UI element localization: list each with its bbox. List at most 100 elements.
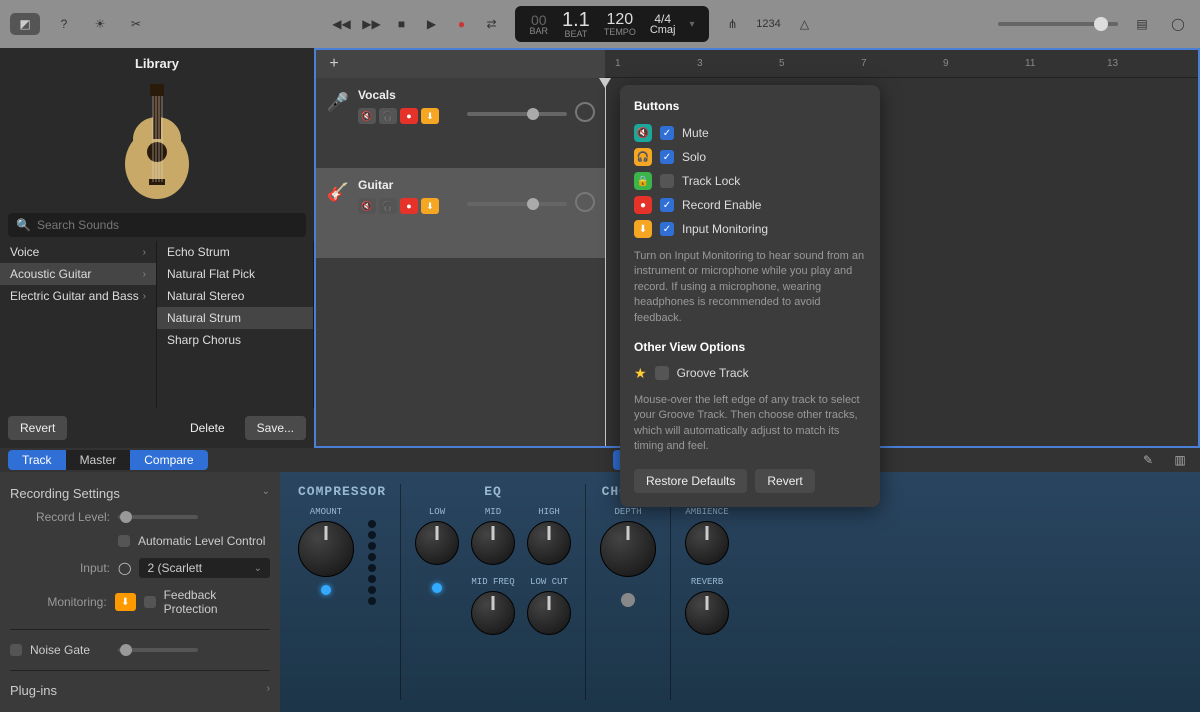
eq-midfreq-knob[interactable] bbox=[471, 591, 515, 635]
compressor-led[interactable] bbox=[321, 585, 331, 595]
stop-icon[interactable]: ■ bbox=[389, 12, 413, 36]
record-enable-button[interactable]: ● bbox=[400, 198, 418, 214]
track-volume-slider[interactable] bbox=[467, 112, 567, 116]
chevron-right-icon[interactable]: › bbox=[267, 683, 270, 698]
library-save-button[interactable]: Save... bbox=[245, 416, 306, 440]
mute-button[interactable]: 🔇 bbox=[358, 108, 376, 124]
library-revert-button[interactable]: Revert bbox=[8, 416, 67, 440]
lcd-key: Cmaj bbox=[650, 25, 676, 36]
lcd-beat: 1.1 bbox=[562, 10, 590, 30]
input-dropdown[interactable]: 2 (Scarlett⌄ bbox=[139, 558, 270, 578]
loops-icon[interactable]: ◯ bbox=[1166, 12, 1190, 36]
rewind-icon[interactable]: ◀◀ bbox=[329, 12, 353, 36]
chorus-depth-knob[interactable] bbox=[600, 521, 656, 577]
eq-led[interactable] bbox=[432, 583, 442, 593]
library-preset-item[interactable]: Natural Flat Pick bbox=[157, 263, 313, 285]
solo-checkbox[interactable]: ✓ bbox=[660, 150, 674, 164]
library-title: Library bbox=[0, 48, 314, 79]
popover-revert-button[interactable]: Revert bbox=[755, 469, 814, 493]
track-pan-knob[interactable] bbox=[575, 102, 595, 122]
library-toggle-icon[interactable]: ◩ bbox=[10, 13, 40, 35]
view-tab[interactable]: Compare bbox=[130, 450, 207, 470]
notepad-icon[interactable]: ▤ bbox=[1130, 12, 1154, 36]
edit-icon[interactable]: ✎ bbox=[1136, 448, 1160, 472]
input-monitor-button[interactable]: ⬇ bbox=[421, 108, 439, 124]
reverb-knob[interactable] bbox=[685, 591, 729, 635]
forward-icon[interactable]: ▶▶ bbox=[359, 12, 383, 36]
record-icon[interactable]: ● bbox=[449, 12, 473, 36]
eq-high-knob[interactable] bbox=[527, 521, 571, 565]
auto-level-checkbox[interactable] bbox=[118, 535, 130, 547]
mute-icon: 🔇 bbox=[634, 124, 652, 142]
monitor-icon: ⬇ bbox=[634, 220, 652, 238]
library-preset-item[interactable]: Natural Strum bbox=[157, 307, 313, 329]
lock-checkbox[interactable] bbox=[660, 174, 674, 188]
playhead[interactable] bbox=[605, 78, 606, 446]
eq-mid-knob[interactable] bbox=[471, 521, 515, 565]
auto-level-label: Automatic Level Control bbox=[138, 534, 265, 548]
track-pan-knob[interactable] bbox=[575, 192, 595, 212]
eq-lowcut-knob[interactable] bbox=[527, 591, 571, 635]
eq-low-knob[interactable] bbox=[415, 521, 459, 565]
input-monitor-button[interactable]: ⬇ bbox=[421, 198, 439, 214]
play-icon[interactable]: ▶ bbox=[419, 12, 443, 36]
eq-title: EQ bbox=[415, 484, 571, 499]
chevron-down-icon[interactable]: ⌄ bbox=[262, 486, 270, 501]
library-panel: Library 🔍Search Sounds Voice›Acoustic Gu… bbox=[0, 48, 314, 448]
track-row[interactable]: 🎤 Vocals 🔇 🎧 ● ⬇ bbox=[316, 78, 605, 168]
view-tab[interactable]: Track bbox=[8, 450, 66, 470]
mute-checkbox[interactable]: ✓ bbox=[660, 126, 674, 140]
ruler-mark: 7 bbox=[861, 58, 867, 69]
track-volume-slider[interactable] bbox=[467, 202, 567, 206]
plugins-header: Plug-ins bbox=[10, 683, 57, 698]
solo-button[interactable]: 🎧 bbox=[379, 198, 397, 214]
scissors-icon[interactable]: ✂ bbox=[124, 12, 148, 36]
ruler-mark: 11 bbox=[1025, 58, 1035, 69]
monitor-checkbox[interactable]: ✓ bbox=[660, 222, 674, 236]
solo-button[interactable]: 🎧 bbox=[379, 108, 397, 124]
groove-checkbox[interactable] bbox=[655, 366, 669, 380]
add-track-button[interactable]: + bbox=[324, 54, 344, 74]
library-delete-button[interactable]: Delete bbox=[178, 416, 237, 440]
library-category-item[interactable]: Electric Guitar and Bass› bbox=[0, 285, 156, 307]
settings-icon[interactable]: ☀ bbox=[88, 12, 112, 36]
rec-checkbox[interactable]: ✓ bbox=[660, 198, 674, 212]
search-icon: 🔍 bbox=[16, 218, 31, 232]
ambience-knob[interactable] bbox=[685, 521, 729, 565]
lcd-display[interactable]: 00BAR 1.1BEAT 120TEMPO 4/4Cmaj ▾ bbox=[515, 6, 708, 42]
view-tab[interactable]: Master bbox=[66, 450, 131, 470]
search-input[interactable]: 🔍Search Sounds bbox=[8, 213, 306, 237]
metronome-icon[interactable]: △ bbox=[793, 12, 817, 36]
smart-controls-panel: TrackMasterCompare ControlsEQ ✎ ▥ Record… bbox=[0, 448, 1200, 663]
noise-gate-checkbox[interactable] bbox=[10, 644, 22, 656]
popover-row-label: Record Enable bbox=[682, 198, 761, 212]
chorus-led[interactable] bbox=[621, 593, 635, 607]
timeline-ruler[interactable]: 135791113 bbox=[605, 50, 1198, 78]
rec-icon: ● bbox=[634, 196, 652, 214]
guitar-icon: 🎸 bbox=[326, 182, 350, 203]
library-preset-item[interactable]: Echo Strum bbox=[157, 241, 313, 263]
record-enable-button[interactable]: ● bbox=[400, 108, 418, 124]
compressor-amount-knob[interactable] bbox=[298, 521, 354, 577]
master-volume-slider[interactable] bbox=[998, 22, 1118, 26]
help-icon[interactable]: ? bbox=[52, 12, 76, 36]
track-row[interactable]: 🎸 Guitar 🔇 🎧 ● ⬇ bbox=[316, 168, 605, 258]
feedback-checkbox[interactable] bbox=[144, 596, 156, 608]
input-ring-icon[interactable]: ◯ bbox=[118, 561, 131, 575]
compressor-title: COMPRESSOR bbox=[298, 484, 386, 499]
restore-defaults-button[interactable]: Restore Defaults bbox=[634, 469, 747, 493]
library-category-item[interactable]: Voice› bbox=[0, 241, 156, 263]
library-category-item[interactable]: Acoustic Guitar› bbox=[0, 263, 156, 285]
library-preset-item[interactable]: Natural Stereo bbox=[157, 285, 313, 307]
library-preview-image bbox=[0, 79, 314, 209]
tuner-icon[interactable]: ⋔ bbox=[721, 12, 745, 36]
noise-gate-slider[interactable] bbox=[118, 648, 198, 652]
countin-icon[interactable]: 1234 bbox=[757, 12, 781, 36]
cycle-icon[interactable]: ⇄ bbox=[479, 12, 503, 36]
ruler-mark: 1 bbox=[615, 58, 621, 69]
record-level-slider[interactable] bbox=[118, 515, 198, 519]
mute-button[interactable]: 🔇 bbox=[358, 198, 376, 214]
library-preset-item[interactable]: Sharp Chorus bbox=[157, 329, 313, 351]
inspector-icon[interactable]: ▥ bbox=[1168, 448, 1192, 472]
monitoring-button[interactable]: ⬇ bbox=[115, 593, 136, 611]
